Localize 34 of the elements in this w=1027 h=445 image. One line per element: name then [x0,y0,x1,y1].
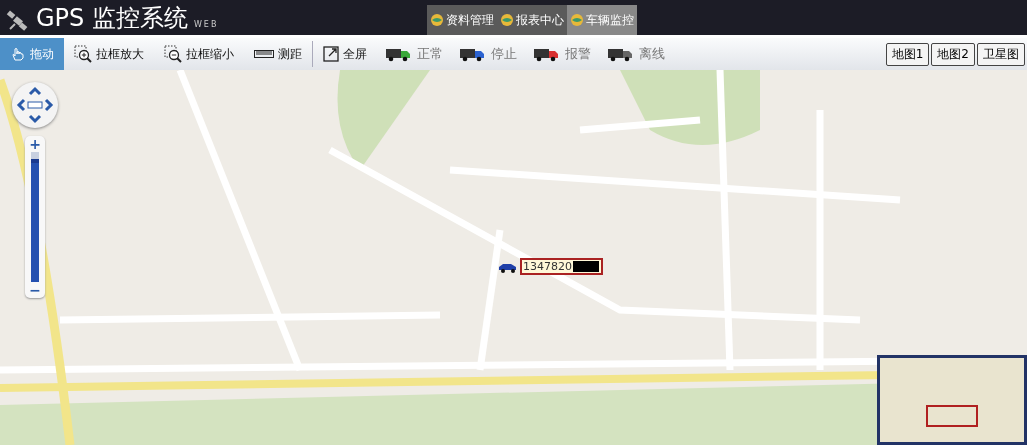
nav-tab[interactable]: 报表中心 [497,5,567,35]
globe-icon [430,13,444,27]
redaction-bar [573,261,599,272]
tool-button[interactable]: 全屏 [313,38,377,70]
tool-button[interactable]: 拉框放大 [64,38,154,70]
app-title: GPS 监控系统 [36,2,188,33]
ruler-icon [254,49,274,59]
pan-control[interactable] [12,82,58,128]
map-type-button[interactable]: 地图2 [931,42,975,66]
legend-label: 停止 [491,45,517,63]
legend-label: 报警 [565,45,591,63]
legend-label: 离线 [639,45,665,63]
hand-icon [10,46,26,62]
tool-button[interactable]: 测距 [244,38,312,70]
fullscreen-icon [323,46,339,62]
map-type-button[interactable]: 地图1 [885,42,930,66]
minimap-placeholder[interactable] [877,355,1027,445]
legend-label: 正常 [417,45,443,63]
globe-icon [500,13,514,27]
zoom-out-icon[interactable]: − [29,282,41,298]
nav-tab[interactable]: 车辆监控 [567,5,637,35]
vehicle-label: 1347820 [523,260,572,273]
satellite-icon [6,8,30,33]
pan-arrows-icon [15,85,55,125]
zoom-out-icon [164,45,182,63]
nav-tab[interactable]: 资料管理 [427,5,497,35]
zoom-in-icon [74,45,92,63]
map-type-button[interactable]: 卫星图 [977,42,1025,66]
app-subtitle: WEB [193,19,219,31]
viewport-rectangle [926,405,978,427]
tool-button[interactable]: 拉框缩小 [154,38,244,70]
globe-icon [570,13,584,27]
zoom-slider[interactable]: + − [25,136,45,298]
zoom-in-icon[interactable]: + [29,136,41,152]
